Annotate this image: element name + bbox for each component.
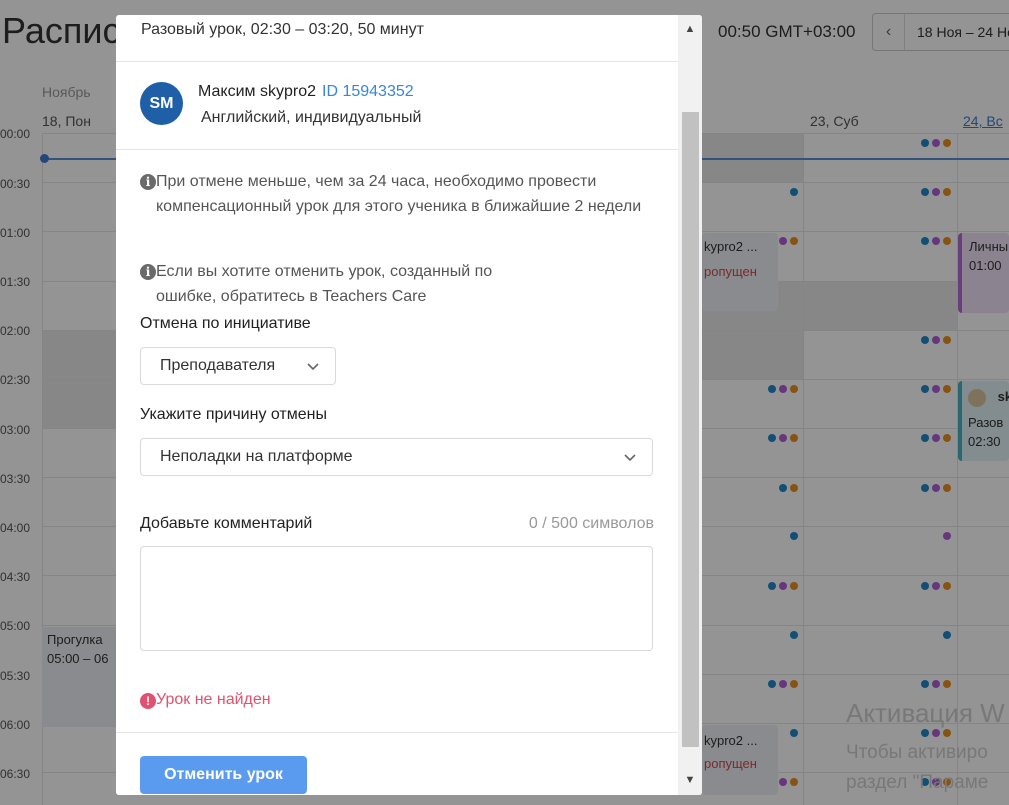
chevron-down-icon [624,454,636,462]
error-message: ! Урок не найден [140,691,271,709]
info-icon: i [140,174,156,190]
reason-select[interactable]: Неполадки на платформе [140,438,653,476]
comment-label: Добавьте комментарий [140,515,313,532]
initiative-value: Преподавателя [160,357,276,374]
notice-created-by-error: i Если вы хотите отменить урок, созданны… [140,259,540,309]
info-icon: i [140,264,156,280]
divider [116,61,678,62]
chevron-down-icon [307,363,319,371]
lesson-info: Разовый урок, 02:30 – 03:20, 50 минут [141,21,424,38]
initiative-select[interactable]: Преподавателя [140,347,336,385]
divider [116,149,678,150]
student-name: Максим skypro2 [198,83,316,100]
scroll-up-arrow-icon[interactable]: ▲ [678,19,702,39]
modal-content: Разовый урок, 02:30 – 03:20, 50 минут SM… [116,15,678,795]
scrollbar-thumb[interactable] [682,112,699,747]
student-course: Английский, индивидуальный [201,109,422,126]
student-name-row: Максим skypro2 ID 15943352 [198,83,414,101]
student-avatar: SM [140,82,183,125]
comment-counter: 0 / 500 символов [528,515,654,532]
divider [116,732,678,733]
scroll-down-arrow-icon[interactable]: ▼ [678,770,702,790]
comment-field[interactable] [140,546,653,651]
reason-value: Неполадки на платформе [160,448,353,465]
reason-label: Укажите причину отмены [140,406,327,423]
cancel-lesson-modal: Разовый урок, 02:30 – 03:20, 50 минут SM… [116,15,702,795]
modal-scrollbar[interactable]: ▲ ▼ [678,15,702,795]
alert-icon: ! [140,693,156,709]
notice-24h: i При отмене меньше, чем за 24 часа, нео… [140,169,660,219]
student-id-link[interactable]: ID 15943352 [322,83,414,100]
initiative-label: Отмена по инициативе [140,315,311,332]
cancel-lesson-button[interactable]: Отменить урок [140,756,307,794]
